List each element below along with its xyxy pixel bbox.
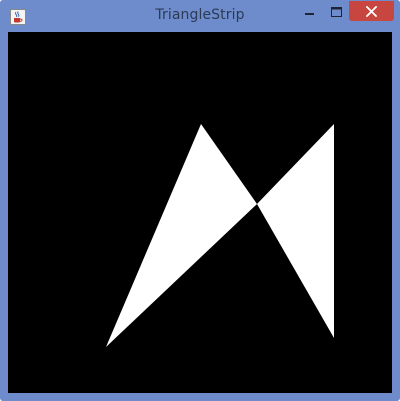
close-button[interactable]: [349, 1, 394, 21]
maximize-button[interactable]: [323, 1, 349, 21]
drawing-canvas[interactable]: [8, 32, 392, 393]
app-window: TriangleStrip: [0, 0, 400, 401]
maximize-icon: [330, 2, 342, 21]
title-bar[interactable]: TriangleStrip: [0, 0, 400, 32]
close-icon: [365, 2, 378, 21]
canvas-svg: [8, 32, 392, 393]
minimize-icon: [305, 2, 315, 21]
minimize-button[interactable]: [297, 1, 323, 21]
